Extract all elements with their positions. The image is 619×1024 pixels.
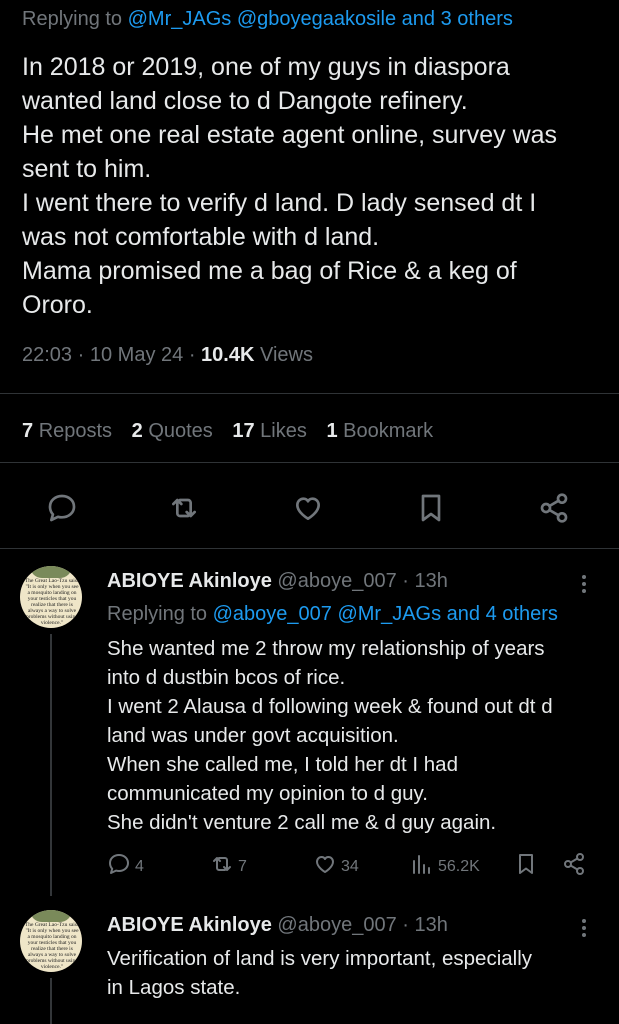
user-handle[interactable]: @aboye_007 bbox=[277, 914, 396, 936]
reply-text: Verification of land is very important, … bbox=[107, 944, 612, 1002]
reply-text-line: communicated my opinion to d guy. bbox=[107, 782, 428, 805]
avatar[interactable]: The Great Lao-Tzu said: "It is only when… bbox=[20, 910, 82, 972]
avatar-caption: The Great Lao-Tzu said: "It is only when… bbox=[24, 578, 80, 626]
replying-prefix: Replying to bbox=[22, 8, 123, 30]
meta-separator: · bbox=[77, 344, 85, 366]
more-options-button[interactable] bbox=[572, 916, 596, 940]
reply-text-line: in Lagos state. bbox=[107, 976, 241, 999]
reply-text-line: land was under govt acquisition. bbox=[107, 724, 399, 747]
reply-text-line: Verification of land is very important, … bbox=[107, 947, 533, 970]
views-label: Views bbox=[259, 344, 313, 366]
meta-separator: · bbox=[402, 570, 409, 592]
reposts-stat[interactable]: 7 Reposts bbox=[22, 420, 112, 442]
tweet-text: In 2018 or 2019, one of my guys in diasp… bbox=[22, 50, 612, 322]
quotes-stat[interactable]: 2 Quotes bbox=[132, 420, 213, 442]
display-name[interactable]: ABIOYE Akinloye bbox=[107, 914, 272, 936]
repost-button[interactable] bbox=[168, 492, 204, 528]
like-button[interactable] bbox=[292, 492, 328, 528]
meta-separator: · bbox=[188, 344, 196, 366]
more-icon bbox=[572, 919, 596, 944]
divider bbox=[0, 462, 619, 463]
views-button[interactable]: 56.2K bbox=[410, 852, 480, 881]
replying-to-users-link[interactable]: @Mr_JAGs @gboyegaakosile and 3 others bbox=[128, 8, 513, 30]
replying-to-line: Replying to @aboye_007 @Mr_JAGs and 4 ot… bbox=[107, 603, 558, 626]
tweet-text-line: I went there to verify d land. D lady se… bbox=[22, 189, 537, 217]
reply-button[interactable]: 4 bbox=[107, 852, 144, 881]
reply-text-line: I went 2 Alausa d following week & found… bbox=[107, 695, 553, 718]
like-icon bbox=[292, 497, 324, 528]
avatar[interactable]: The Great Lao-Tzu said: "It is only when… bbox=[20, 566, 82, 628]
tweet-stats: 7 Reposts 2 Quotes 17 Likes 1 Bookmark bbox=[22, 420, 447, 443]
reply-author: ABIOYE Akinloye @aboye_007 · 13h bbox=[107, 570, 448, 593]
repost-button[interactable]: 7 bbox=[210, 852, 247, 881]
likes-stat[interactable]: 17 Likes bbox=[232, 420, 307, 442]
bookmark-button[interactable] bbox=[415, 492, 451, 528]
reply-text-line: into d dustbin bcos of rice. bbox=[107, 666, 346, 689]
more-icon bbox=[572, 575, 596, 600]
bookmark-button[interactable] bbox=[514, 852, 538, 881]
reply-text-line: She didn't venture 2 call me & d guy aga… bbox=[107, 811, 497, 834]
share-button[interactable] bbox=[562, 852, 586, 881]
views-count: 10.4K bbox=[201, 344, 255, 366]
reply-icon bbox=[46, 494, 78, 528]
meta-separator: · bbox=[402, 914, 409, 936]
share-button[interactable] bbox=[538, 492, 574, 528]
tweet-text-line: wanted land close to d Dangote refinery. bbox=[22, 87, 468, 115]
like-icon bbox=[313, 852, 337, 881]
bookmarks-stat[interactable]: 1 Bookmark bbox=[326, 420, 433, 442]
reply-button[interactable] bbox=[46, 492, 82, 528]
reply-author: ABIOYE Akinloye @aboye_007 · 13h bbox=[107, 914, 448, 937]
replying-prefix: Replying to bbox=[107, 603, 208, 625]
divider bbox=[0, 393, 619, 394]
views-icon bbox=[410, 852, 434, 881]
replying-to-line: Replying to @Mr_JAGs @gboyegaakosile and… bbox=[22, 8, 513, 31]
reply-text: She wanted me 2 throw my relationship of… bbox=[107, 634, 612, 837]
repost-icon bbox=[168, 498, 200, 528]
reply-count: 4 bbox=[135, 857, 144, 875]
user-handle[interactable]: @aboye_007 bbox=[277, 570, 396, 592]
views-count: 56.2K bbox=[438, 857, 480, 875]
tweet-text-line: In 2018 or 2019, one of my guys in diasp… bbox=[22, 53, 510, 81]
share-icon bbox=[538, 493, 570, 528]
tweet-meta: 22:03 · 10 May 24 · 10.4K Views bbox=[22, 344, 313, 367]
tweet-text-line: Mama promised me a bag of Rice & a keg o… bbox=[22, 257, 517, 285]
tweet-text-line: He met one real estate agent online, sur… bbox=[22, 121, 558, 149]
repost-count: 7 bbox=[238, 857, 247, 875]
tweet-text-line: was not comfortable with d land. bbox=[22, 223, 380, 251]
thread-line bbox=[50, 978, 52, 1024]
bookmark-icon bbox=[514, 852, 538, 881]
more-options-button[interactable] bbox=[572, 572, 596, 596]
thread-line bbox=[50, 634, 52, 896]
reply-icon bbox=[107, 852, 131, 881]
share-icon bbox=[562, 852, 586, 881]
reply-text-line: She wanted me 2 throw my relationship of… bbox=[107, 637, 545, 660]
tweet-text-line: sent to him. bbox=[22, 155, 152, 183]
post-age[interactable]: 13h bbox=[415, 570, 448, 592]
reply-text-line: When she called me, I told her dt I had bbox=[107, 753, 458, 776]
post-age[interactable]: 13h bbox=[415, 914, 448, 936]
divider bbox=[0, 548, 619, 549]
repost-icon bbox=[210, 852, 234, 881]
display-name[interactable]: ABIOYE Akinloye bbox=[107, 570, 272, 592]
tweet-text-line: Ororo. bbox=[22, 291, 93, 319]
bookmark-icon bbox=[415, 494, 447, 528]
avatar-image-strip bbox=[30, 910, 72, 922]
tweet-date[interactable]: 10 May 24 bbox=[90, 344, 183, 366]
like-button[interactable]: 34 bbox=[313, 852, 359, 881]
like-count: 34 bbox=[341, 857, 359, 875]
avatar-caption: The Great Lao-Tzu said: "It is only when… bbox=[24, 922, 80, 970]
replying-to-users-link[interactable]: @aboye_007 @Mr_JAGs and 4 others bbox=[213, 603, 558, 625]
avatar-image-strip bbox=[30, 566, 72, 578]
tweet-time[interactable]: 22:03 bbox=[22, 344, 72, 366]
